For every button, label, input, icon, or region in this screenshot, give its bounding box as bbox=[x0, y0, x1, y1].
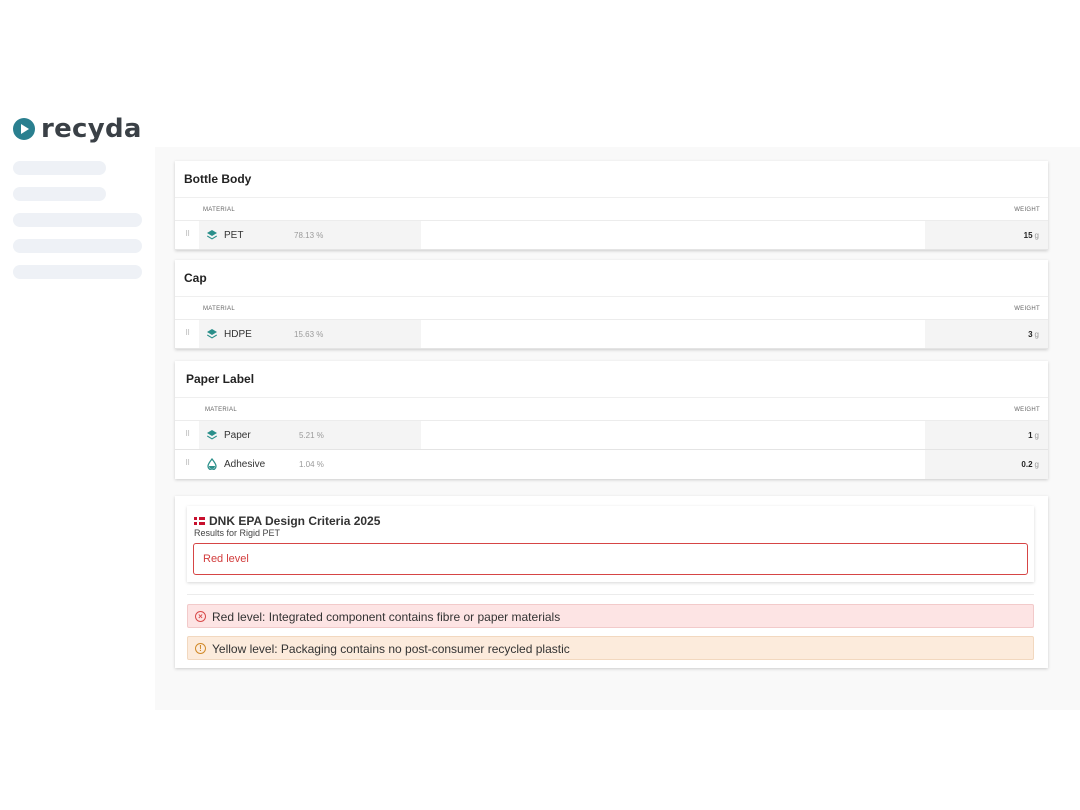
layers-icon bbox=[207, 329, 217, 339]
denmark-flag-icon bbox=[194, 517, 205, 525]
table-header: MATERIAL WEIGHT bbox=[175, 297, 1048, 320]
material-weight: 15 g bbox=[1023, 231, 1039, 240]
logo[interactable]: recyda bbox=[13, 114, 142, 144]
drag-handle-icon[interactable]: ⠿ bbox=[185, 230, 190, 238]
material-name: Paper bbox=[224, 430, 251, 441]
material-percentage: 5.21 % bbox=[299, 431, 324, 440]
criteria-card: DNK EPA Design Criteria 2025 Results for… bbox=[187, 506, 1034, 582]
divider bbox=[187, 594, 1034, 595]
criteria-subtitle: Results for Rigid PET bbox=[194, 528, 281, 538]
layers-icon bbox=[207, 230, 217, 240]
component-card-paper-label: Paper Label MATERIAL WEIGHT ⠿ Paper 5.21… bbox=[175, 361, 1048, 479]
material-percentage: 78.13 % bbox=[294, 231, 324, 240]
material-name: Adhesive bbox=[224, 459, 266, 470]
drop-icon bbox=[207, 458, 217, 470]
nav-placeholder bbox=[13, 187, 106, 201]
yellow-level-message: ! Yellow level: Packaging contains no po… bbox=[187, 636, 1034, 660]
component-title: Cap bbox=[175, 260, 1048, 297]
weight-column-header: WEIGHT bbox=[1014, 306, 1040, 312]
nav-placeholder bbox=[13, 213, 142, 227]
material-column-header: MATERIAL bbox=[203, 306, 235, 312]
material-column-header: MATERIAL bbox=[205, 407, 237, 413]
material-weight: 0.2 g bbox=[1021, 460, 1039, 469]
component-card-bottle-body: Bottle Body MATERIAL WEIGHT ⠿ PET 78.13 … bbox=[175, 161, 1048, 250]
results-panel: DNK EPA Design Criteria 2025 Results for… bbox=[175, 496, 1048, 668]
material-percentage: 15.63 % bbox=[294, 330, 324, 339]
main-content: Bottle Body MATERIAL WEIGHT ⠿ PET 78.13 … bbox=[155, 147, 1080, 710]
material-column-header: MATERIAL bbox=[203, 207, 235, 213]
x-circle-icon: × bbox=[195, 611, 206, 622]
red-level-message: × Red level: Integrated component contai… bbox=[187, 604, 1034, 628]
drag-handle-icon[interactable]: ⠿ bbox=[185, 430, 190, 438]
drag-handle-icon[interactable]: ⠿ bbox=[185, 459, 190, 467]
logo-mark-icon bbox=[13, 118, 35, 140]
table-header: MATERIAL WEIGHT bbox=[175, 198, 1048, 221]
weight-column-header: WEIGHT bbox=[1014, 207, 1040, 213]
material-name: HDPE bbox=[224, 329, 252, 340]
component-card-cap: Cap MATERIAL WEIGHT ⠿ HDPE 15.63 % 3g bbox=[175, 260, 1048, 349]
level-text: Red level bbox=[203, 553, 249, 565]
level-badge: Red level bbox=[193, 543, 1028, 575]
component-title: Bottle Body bbox=[175, 161, 1048, 198]
material-row[interactable]: ⠿ Adhesive 1.04 % 0.2 g bbox=[175, 450, 1048, 479]
sidebar: recyda bbox=[0, 100, 155, 710]
message-text: Yellow level: Packaging contains no post… bbox=[212, 642, 570, 656]
message-text: Red level: Integrated component contains… bbox=[212, 610, 561, 624]
table-header: MATERIAL WEIGHT bbox=[175, 398, 1048, 421]
material-row[interactable]: ⠿ HDPE 15.63 % 3g bbox=[175, 320, 1048, 349]
logo-text: recyda bbox=[41, 114, 142, 144]
component-title: Paper Label bbox=[175, 361, 1048, 398]
layers-icon bbox=[207, 430, 217, 440]
material-percentage: 1.04 % bbox=[299, 460, 324, 469]
info-circle-icon: ! bbox=[195, 643, 206, 654]
weight-column-header: WEIGHT bbox=[1014, 407, 1040, 413]
material-name: PET bbox=[224, 230, 244, 241]
drag-handle-icon[interactable]: ⠿ bbox=[185, 329, 190, 337]
nav-placeholder bbox=[13, 239, 142, 253]
material-weight: 1g bbox=[1028, 431, 1039, 440]
material-weight: 3g bbox=[1028, 330, 1039, 339]
material-row[interactable]: ⠿ PET 78.13 % 15 g bbox=[175, 221, 1048, 250]
criteria-title: DNK EPA Design Criteria 2025 bbox=[194, 514, 380, 528]
nav-placeholder bbox=[13, 265, 142, 279]
nav-placeholder bbox=[13, 161, 106, 175]
criteria-title-text: DNK EPA Design Criteria 2025 bbox=[209, 514, 381, 528]
material-row[interactable]: ⠿ Paper 5.21 % 1g bbox=[175, 421, 1048, 450]
